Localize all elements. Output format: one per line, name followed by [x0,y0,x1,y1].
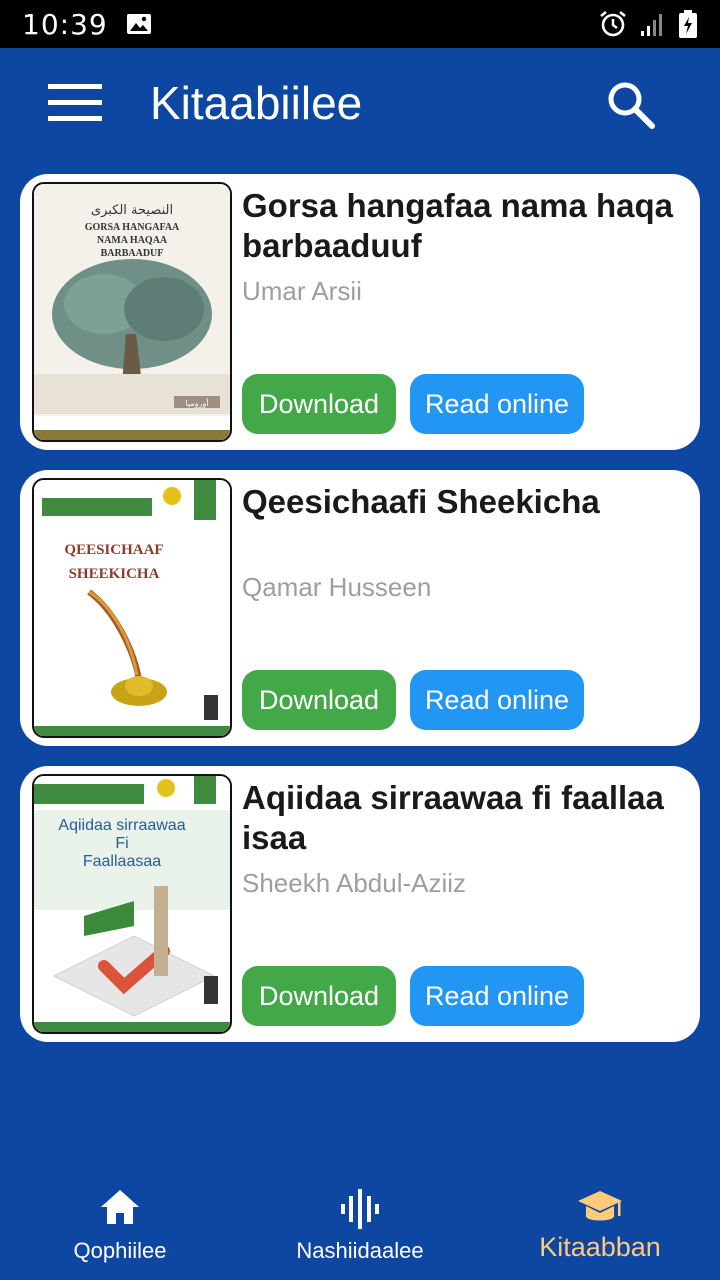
cover-arabic-title: النصيحة الكبرى [91,203,173,218]
download-button[interactable]: Download [242,670,396,730]
battery-charging-icon [678,9,698,39]
book-cover[interactable]: QEESICHAAF SHEEKICHA [32,478,232,738]
book-author: Umar Arsii [242,276,362,306]
nav-item-qophiilee[interactable]: Qophiilee [0,1166,240,1280]
nav-item-kitaabban[interactable]: Kitaabban [480,1166,720,1280]
nav-label: Nashiidaalee [296,1238,424,1263]
book-cover[interactable]: Aqiidaa sirraawaa Fi Faallaasaa [32,774,232,1034]
search-icon[interactable] [604,78,658,132]
svg-text:NAMA HAQAA: NAMA HAQAA [97,235,168,246]
svg-text:Fi: Fi [115,835,128,852]
book-card[interactable]: Aqiidaa sirraawaa Fi Faallaasaa Aqiidaa … [20,766,700,1042]
status-bar: 10:39 [0,0,720,48]
hamburger-menu-icon[interactable] [46,81,104,125]
status-time: 10:39 [22,7,108,41]
nav-label: Qophiilee [73,1238,167,1263]
download-button[interactable]: Download [242,966,396,1026]
app-bar: Kitaabiilee [0,48,720,158]
download-button[interactable]: Download [242,374,396,434]
graduation-cap-icon [576,1188,624,1233]
svg-text:أوروميا: أوروميا [186,398,209,408]
book-author: Qamar Husseen [242,572,432,602]
svg-text:GORSA HANGAFAA: GORSA HANGAFAA [85,222,180,233]
book-cover[interactable]: النصيحة الكبرى GORSA HANGAFAA NAMA HAQAA… [32,182,232,442]
nav-item-nashiidaalee[interactable]: Nashiidaalee [240,1166,480,1280]
svg-text:SHEEKICHA: SHEEKICHA [69,566,160,582]
svg-text:BARBAADUF: BARBAADUF [101,248,164,259]
read-online-button[interactable]: Read online [410,670,584,730]
svg-text:Faallaasaa: Faallaasaa [83,853,161,870]
book-list: النصيحة الكبرى GORSA HANGAFAA NAMA HAQAA… [20,174,700,1062]
bottom-nav: Qophiilee Nashiidaalee Kitaabban [0,1166,720,1280]
audio-wave-icon [339,1188,381,1235]
alarm-icon [598,9,628,39]
book-title: Gorsa hangafaa nama haqa barbaaduuf [242,187,673,264]
book-title: Qeesichaafi Sheekicha [242,483,600,520]
home-icon [99,1188,141,1231]
book-author: Sheekh Abdul-Aziiz [242,868,467,898]
image-icon [126,12,152,36]
book-card[interactable]: النصيحة الكبرى GORSA HANGAFAA NAMA HAQAA… [20,174,700,450]
read-online-button[interactable]: Read online [410,374,584,434]
page-title: Kitaabiilee [150,77,363,129]
svg-text:QEESICHAAF: QEESICHAAF [64,542,163,558]
book-card[interactable]: QEESICHAAF SHEEKICHA Qeesichaafi Sheekic… [20,470,700,746]
nav-label: Kitaabban [539,1232,661,1262]
signal-icon [640,11,666,37]
svg-text:Aqiidaa sirraawaa: Aqiidaa sirraawaa [58,817,185,834]
read-online-button[interactable]: Read online [410,966,584,1026]
book-title: Aqiidaa sirraawaa fi faallaa isaa [242,779,664,856]
